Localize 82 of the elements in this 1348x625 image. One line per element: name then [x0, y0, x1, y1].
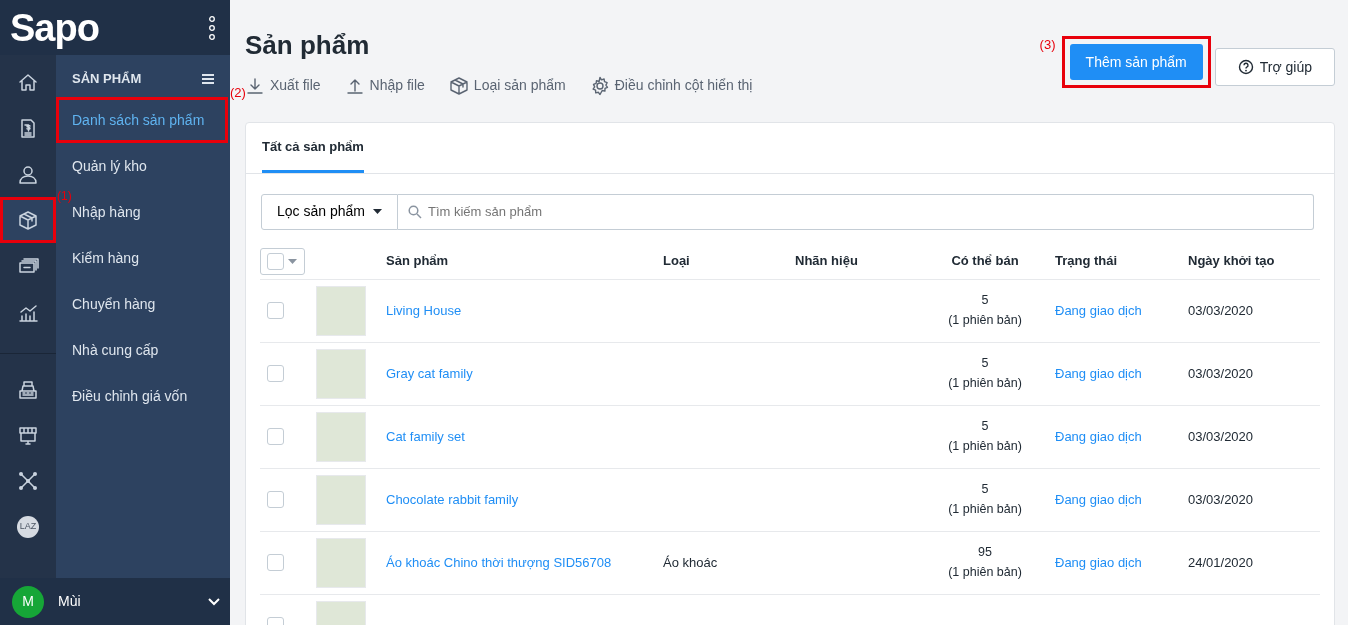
photo-placeholder	[316, 537, 366, 588]
search-field[interactable]: Tìm kiếm sản phẩm	[397, 193, 1314, 230]
product-type: Áo khoác	[663, 554, 718, 570]
home-icon	[17, 71, 39, 93]
menu-item[interactable]: Nhà cung cấp	[72, 338, 159, 361]
menu-item[interactable]: Điều chỉnh giá vốn	[72, 384, 188, 407]
row-checkbox[interactable]	[267, 365, 284, 383]
created-date: 03/03/2020	[1188, 365, 1254, 381]
product-link[interactable]: Gray cat family	[386, 365, 473, 381]
created-date: 03/03/2020	[1188, 428, 1254, 444]
available-quantity: 5	[980, 481, 990, 499]
status-link[interactable]: Đang giao dịch	[1055, 302, 1142, 318]
status-link[interactable]: Đang giao dịch	[1055, 365, 1142, 381]
box-icon	[448, 75, 469, 96]
network-icon	[17, 470, 39, 492]
row-checkbox[interactable]	[267, 554, 284, 572]
download-icon	[245, 75, 265, 96]
photo-placeholder	[316, 285, 366, 336]
menu-item[interactable]: Quản lý kho	[72, 154, 147, 177]
available-quantity: 5	[980, 292, 990, 310]
user-name[interactable]: Mùi	[58, 591, 194, 612]
page-title: Sản phẩm	[245, 30, 371, 62]
row-checkbox[interactable]	[267, 302, 284, 320]
add-product-button[interactable]: Thêm sản phẩm	[1069, 44, 1203, 80]
status-link[interactable]: Đang giao dịch	[1055, 554, 1142, 570]
menu-icon	[202, 73, 214, 84]
photo-placeholder	[316, 411, 366, 462]
rail-button[interactable]: LAZ	[0, 504, 56, 550]
column-header: Ngày khởi tạo	[1188, 252, 1276, 271]
chevron-down-icon	[208, 597, 220, 606]
status-link[interactable]: Đang giao dịch	[1055, 428, 1142, 444]
callout-label: (2)	[230, 83, 246, 102]
more-icon	[208, 15, 216, 40]
toolbar-action[interactable]: Loại sản phẩm	[448, 75, 566, 97]
select-all-checkbox[interactable]	[260, 247, 305, 275]
app-badge: LAZ	[17, 516, 39, 538]
product-link[interactable]: Chocolate rabbit family	[386, 491, 519, 507]
photo-placeholder	[316, 474, 366, 525]
column-header: Loại	[663, 252, 691, 271]
created-date: 03/03/2020	[1188, 302, 1254, 318]
status-link[interactable]: Đang giao dịch	[1055, 491, 1142, 507]
callout-label: (1)	[57, 188, 72, 205]
help-button[interactable]: Trợ giúp	[1214, 48, 1335, 86]
available-quantity: 95	[977, 544, 993, 562]
variant-count: (1 phiên bản)	[947, 437, 1023, 455]
column-header: Có thể bán	[950, 252, 1020, 271]
variant-count: (1 phiên bản)	[947, 374, 1023, 392]
help-icon	[1237, 59, 1254, 75]
created-date: 24/01/2020	[1188, 554, 1254, 570]
variant-count: (1 phiên bản)	[947, 311, 1023, 329]
caret-icon	[372, 209, 382, 215]
store-icon	[17, 424, 39, 446]
cash-register-icon	[17, 378, 39, 400]
available-quantity: 5	[980, 418, 990, 436]
product-link[interactable]: Áo khoác Chino thời thượng SID56708	[386, 554, 612, 570]
product-link[interactable]: Cat family set	[386, 428, 465, 444]
menu-item[interactable]: Chuyển hàng	[72, 292, 156, 315]
column-header: Trạng thái	[1055, 252, 1119, 271]
variant-count: (1 phiên bản)	[947, 563, 1023, 581]
box-icon	[17, 209, 39, 231]
row-checkbox[interactable]	[267, 428, 284, 446]
product-link[interactable]: Living House	[386, 302, 462, 318]
menu-item[interactable]: Nhập hàng	[72, 200, 141, 223]
menu-item[interactable]: Kiểm hàng	[72, 246, 139, 269]
toolbar-action[interactable]: Xuất file	[245, 75, 321, 97]
tab[interactable]: Tất cả sản phẩm	[262, 123, 364, 173]
variant-count: (1 phiên bản)	[947, 500, 1023, 518]
row-checkbox[interactable]	[267, 491, 284, 509]
caret-icon	[288, 258, 297, 264]
toolbar-action[interactable]: Nhập file	[344, 75, 425, 97]
avatar: M	[12, 585, 44, 618]
toolbar-action[interactable]: Điều chỉnh cột hiển thị	[589, 75, 753, 97]
available-quantity: 5	[980, 355, 990, 373]
column-header: Nhãn hiệu	[795, 252, 859, 271]
created-date: 03/03/2020	[1188, 491, 1254, 507]
photo-placeholder	[316, 348, 366, 399]
column-header: Sản phẩm	[386, 252, 450, 271]
menu-title: SẢN PHẨM	[72, 70, 142, 88]
menu-item[interactable]: Danh sách sản phẩm	[56, 96, 228, 143]
callout-label: (3)	[1039, 36, 1056, 54]
filter-dropdown[interactable]: Lọc sản phẩm	[261, 193, 398, 230]
user-icon	[17, 163, 39, 185]
